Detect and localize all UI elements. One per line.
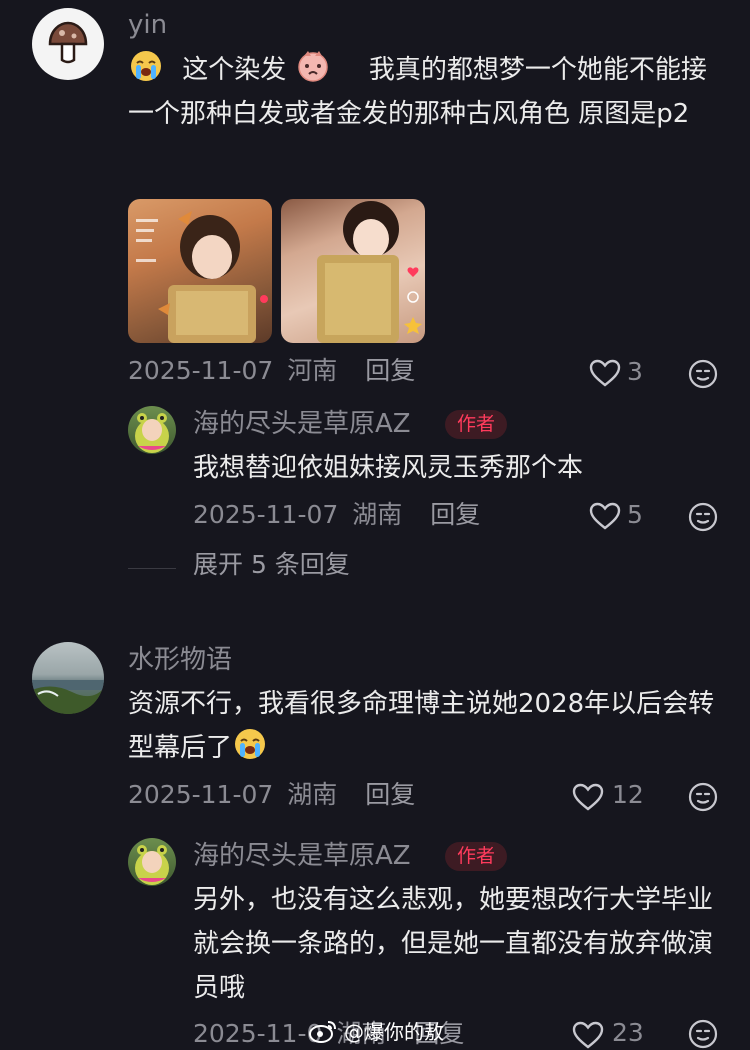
smiley-react-icon[interactable]: [688, 359, 718, 389]
comment-image-2[interactable]: [281, 199, 425, 343]
seascape-avatar-icon: [32, 680, 104, 714]
reply-text: 我想替迎依姐妹接风灵玉秀那个本: [193, 453, 584, 483]
heart-outline-icon[interactable]: [571, 1020, 605, 1050]
comment-date: 2025-11-07: [128, 356, 274, 385]
heart-outline-icon[interactable]: [571, 782, 605, 812]
frog-hood-avatar-icon: [135, 413, 169, 453]
like-count: 5: [627, 500, 643, 529]
like-count: 12: [612, 780, 644, 809]
photo-girl-with-book-original: [317, 201, 422, 343]
comment-username[interactable]: 水形物语: [128, 647, 232, 673]
reply-username[interactable]: 海的尽头是草原AZ: [193, 843, 411, 869]
frog-hood-avatar-icon: [135, 845, 169, 885]
like-count: 3: [627, 357, 643, 386]
comment-image-1[interactable]: [128, 199, 272, 343]
reply-location: 湖南: [352, 500, 403, 529]
watermark-text: @爆你的敖: [344, 1020, 444, 1044]
reply-button[interactable]: 回复: [365, 780, 415, 809]
pouting-emoji-icon: [297, 51, 328, 82]
watermark: @爆你的敖: [308, 1016, 444, 1045]
avatar[interactable]: [32, 642, 104, 714]
avatar[interactable]: [128, 406, 176, 454]
comment-date: 2025-11-07: [128, 780, 274, 809]
comment-meta: 2025-11-07 河南 回复: [128, 358, 415, 383]
expand-divider: [128, 568, 176, 569]
crying-emoji-icon: [235, 729, 266, 759]
smiley-react-icon[interactable]: [688, 1019, 718, 1049]
reply-text: 另外，也没有这么悲观，她要想改行大学毕业就会换一条路的，但是她一直都没有放弃做演…: [193, 885, 714, 1003]
smiley-react-icon[interactable]: [688, 502, 718, 532]
reply-button[interactable]: 回复: [365, 356, 415, 385]
avatar[interactable]: [32, 8, 104, 80]
crying-emoji-icon: [131, 51, 161, 81]
comment-location: 湖南: [287, 780, 338, 809]
photo-girl-with-book: [136, 211, 268, 343]
reply-username[interactable]: 海的尽头是草原AZ: [193, 411, 411, 437]
heart-outline-icon[interactable]: [588, 358, 622, 388]
heart-outline-icon[interactable]: [588, 501, 622, 531]
comment-text-content: 资源不行，我看很多命理博主说她2028年以后会转型幕后了: [128, 689, 715, 763]
comment-text-part1: 这个染发: [182, 55, 287, 85]
like-count: 23: [612, 1018, 644, 1047]
reply-date: 2025-11-07: [193, 500, 339, 529]
comment-meta: 2025-11-07 湖南 回复: [128, 782, 415, 807]
avatar[interactable]: [128, 838, 176, 886]
mushroom-avatar-icon: [48, 21, 88, 64]
smiley-react-icon[interactable]: [688, 782, 718, 812]
reply-date: 2025-11-0: [193, 1019, 323, 1048]
author-badge: 作者: [445, 842, 508, 871]
comment-username[interactable]: yin: [128, 12, 167, 38]
reply-button[interactable]: 回复: [430, 500, 480, 529]
expand-replies-button[interactable]: 展开 5 条回复: [193, 552, 350, 577]
reply-meta: 2025-11-07 湖南 回复: [193, 502, 480, 527]
author-badge: 作者: [445, 410, 508, 439]
comment-text: 资源不行，我看很多命理博主说她2028年以后会转型幕后了: [128, 682, 718, 770]
comment-text: 这个染发 我真的都想梦一个她能不能接一个那种白发或者金发的那种古风角色 原图是p…: [128, 48, 718, 136]
comment-location: 河南: [287, 356, 338, 385]
weibo-logo-icon: [309, 1020, 336, 1043]
